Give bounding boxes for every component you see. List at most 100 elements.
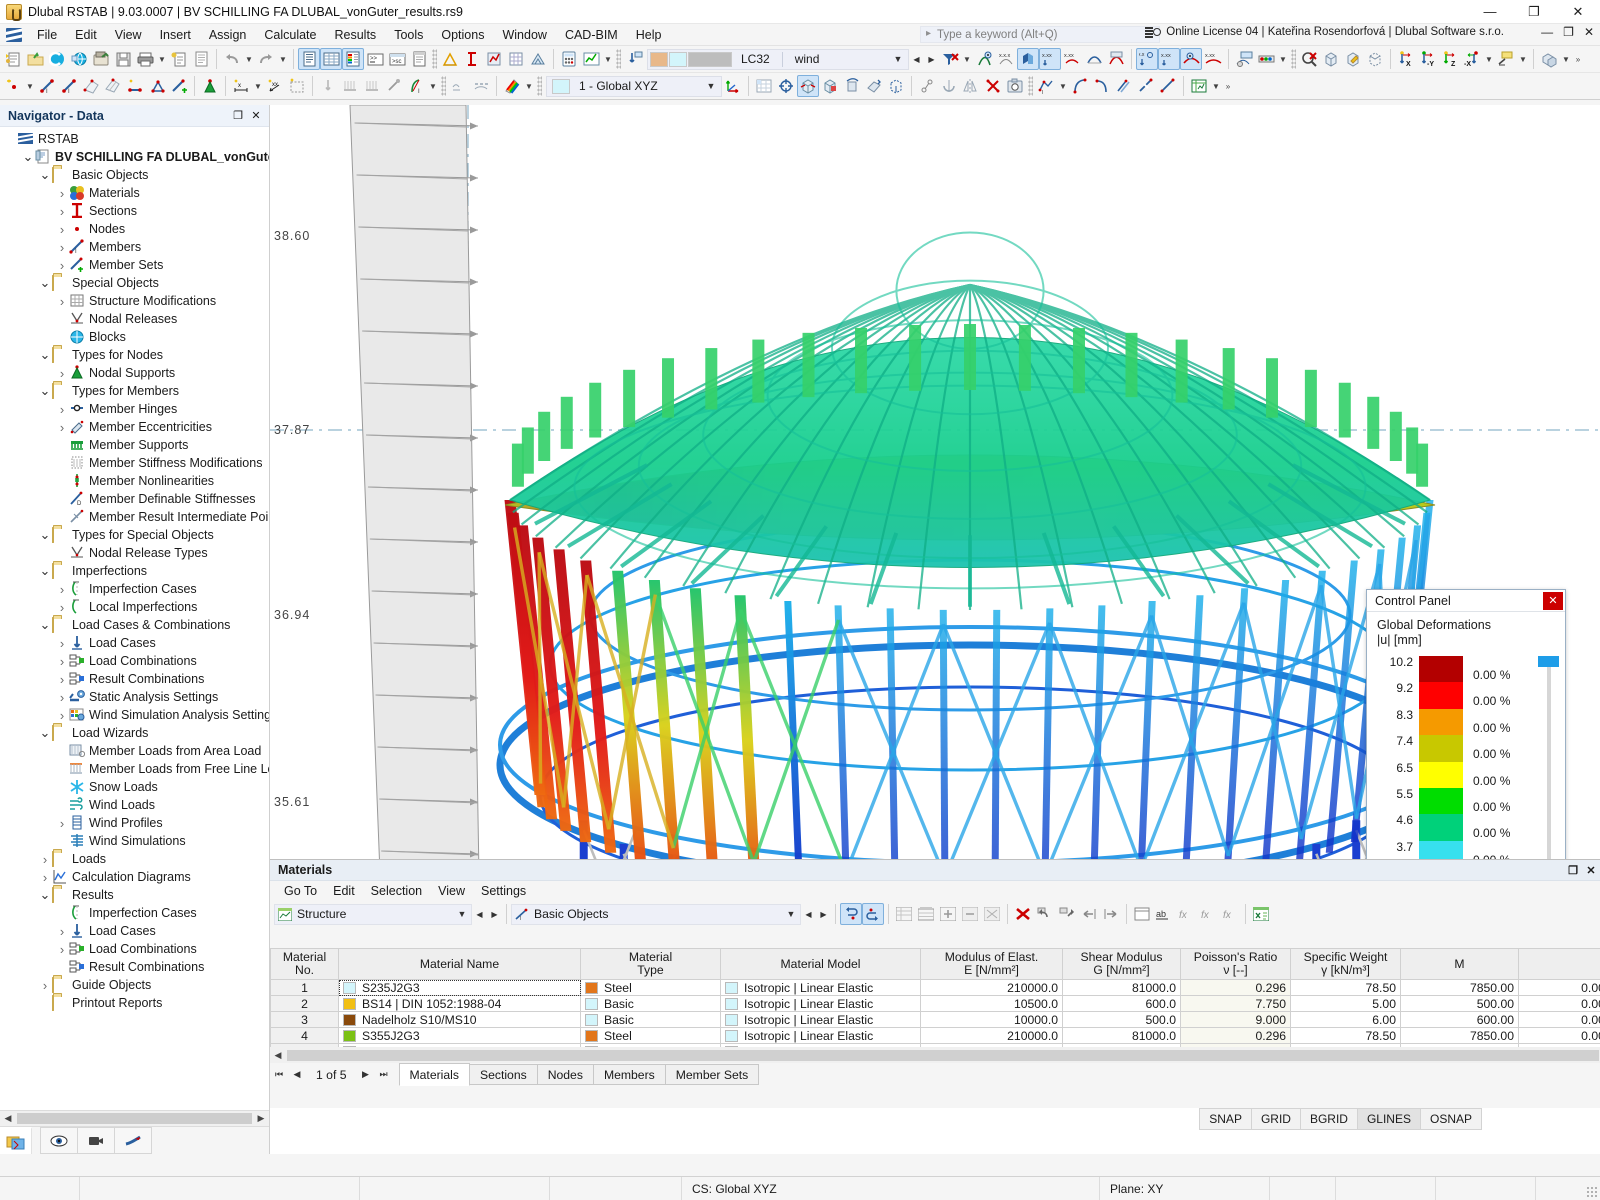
navigator-scroll-left-icon[interactable]: ◀ <box>0 1113 16 1124</box>
divide-member-icon[interactable] <box>1135 75 1157 97</box>
save-icon[interactable] <box>112 48 134 70</box>
filter-delete-icon[interactable] <box>939 48 961 70</box>
snap-button-grid[interactable]: GRID <box>1250 1108 1301 1130</box>
chevron-right-icon[interactable]: › <box>38 870 52 885</box>
wind-load-caret-icon[interactable]: ▼ <box>427 75 439 97</box>
undo-caret-icon[interactable]: ▼ <box>243 48 255 70</box>
navigator-item-static-analysis-settings[interactable]: › Static Analysis Settings <box>0 688 269 706</box>
show-all-rows-icon[interactable] <box>893 903 915 925</box>
legend-color-swatch[interactable] <box>1419 761 1463 788</box>
col-shear-modulus[interactable]: Shear Modulus G [N/mm²] <box>1062 948 1181 980</box>
chevron-down-icon[interactable]: ⌄ <box>21 150 35 163</box>
legend-color-swatch[interactable] <box>1419 682 1463 709</box>
navigator-item-load-combinations[interactable]: › Load Combinations <box>0 940 269 958</box>
structure-selector[interactable]: Structure ▼ <box>274 903 472 925</box>
export-excel-icon[interactable] <box>1250 903 1272 925</box>
minimize-button[interactable]: — <box>1468 0 1512 24</box>
add-column-icon[interactable] <box>937 903 959 925</box>
navigator-item-sections[interactable]: › Sections <box>0 202 269 220</box>
navigator-item-nodal-supports[interactable]: › Nodal Supports <box>0 364 269 382</box>
structure-chevron-down-icon[interactable]: ▼ <box>454 909 470 919</box>
chevron-right-icon[interactable]: › <box>55 258 69 273</box>
view-along-negx-icon[interactable]: -X <box>1461 48 1483 70</box>
navigator-item-member-nonlinearities[interactable]: Member Nonlinearities <box>0 472 269 490</box>
result-values-xxx-icon[interactable]: x.x.x <box>995 48 1017 70</box>
navigator-item-nodal-releases[interactable]: Nodal Releases <box>0 310 269 328</box>
iso-view-2-icon[interactable] <box>819 75 841 97</box>
color-legend-caret-icon[interactable]: ▼ <box>523 75 535 97</box>
formula-fx2-icon[interactable]: fx <box>1197 903 1219 925</box>
navigator-item-nodal-release-types[interactable]: Nodal Release Types <box>0 544 269 562</box>
view-box-icon[interactable] <box>1364 48 1386 70</box>
new-solid-icon[interactable] <box>146 75 168 97</box>
support-symbol-icon[interactable] <box>448 75 470 97</box>
legend-color-swatch[interactable] <box>1419 735 1463 762</box>
new-node-caret-icon[interactable]: ▼ <box>24 75 36 97</box>
chevron-right-icon[interactable]: › <box>55 672 69 687</box>
intersect-objects-icon[interactable] <box>982 75 1004 97</box>
cell-modulus-elast[interactable]: 210000.0 <box>920 1027 1063 1044</box>
col-material-type[interactable]: Material Type <box>580 948 721 980</box>
cell-poissons-ratio[interactable]: 0.296 <box>1180 979 1291 996</box>
redo-table-icon[interactable] <box>1056 903 1078 925</box>
chevron-right-icon[interactable]: › <box>55 924 69 939</box>
chevron-down-icon[interactable]: ⌄ <box>38 168 52 181</box>
navigator-item-load-combinations[interactable]: › Load Combinations <box>0 652 269 670</box>
formula-fx3-icon[interactable]: fx <box>1219 903 1241 925</box>
chevron-down-icon[interactable]: ⌄ <box>38 528 52 541</box>
navigator-item-member-hinges[interactable]: › Member Hinges <box>0 400 269 418</box>
load-case-prev-icon[interactable]: ◀ <box>909 50 924 69</box>
legend-color-swatch[interactable] <box>1419 787 1463 815</box>
cell-shear-modulus[interactable]: 81000.0 <box>1062 1027 1181 1044</box>
materials-close-button[interactable]: ✕ <box>1582 861 1600 879</box>
value-precision-icon[interactable]: x.xx <box>1158 48 1180 70</box>
navigator-item-imperfection-cases[interactable]: Imperfection Cases <box>0 904 269 922</box>
cell-thermal-expansion[interactable]: 0.000012 <box>1518 1027 1600 1044</box>
calculate-icon[interactable] <box>558 48 580 70</box>
navigator-item-types-for-special-objects[interactable]: ⌄ Types for Special Objects <box>0 526 269 544</box>
snap-button-glines[interactable]: GLINES <box>1356 1108 1421 1130</box>
materials-scroll-left-icon[interactable]: ◀ <box>270 1050 286 1061</box>
printout-report-icon[interactable] <box>168 48 190 70</box>
remove-column-icon[interactable] <box>959 903 981 925</box>
chevron-down-icon[interactable]: ⌄ <box>38 564 52 577</box>
navigator-item-blocks[interactable]: Blocks <box>0 328 269 346</box>
materials-tab-nodes[interactable]: Nodes <box>536 1064 594 1085</box>
delete-row-icon[interactable] <box>1012 903 1034 925</box>
objects-chevron-down-icon[interactable]: ▼ <box>783 909 799 919</box>
move-right-icon[interactable] <box>1100 903 1122 925</box>
chevron-down-icon[interactable]: ⌄ <box>38 384 52 397</box>
navigator-item-member-loads-from-area-load[interactable]: Member Loads from Area Load <box>0 742 269 760</box>
new-node-icon[interactable] <box>2 75 24 97</box>
maximize-button[interactable]: ❐ <box>1512 0 1556 24</box>
new-polyline-icon[interactable]: I <box>1035 75 1057 97</box>
menu-file[interactable]: File <box>28 26 66 44</box>
page-next-icon[interactable]: ▶ <box>357 1065 375 1085</box>
cell-specific-weight[interactable]: 78.50 <box>1290 979 1401 996</box>
materials-table-row[interactable]: 3 Nadelholz S10/MS10 Basic Isotropic | Line… <box>270 1011 1600 1028</box>
chevron-right-icon[interactable]: › <box>55 366 69 381</box>
snap-button-bgrid[interactable]: BGRID <box>1299 1108 1358 1130</box>
navigator-item-local-imperfections[interactable]: › Local Imperfections <box>0 598 269 616</box>
cell-material-type[interactable]: Basic <box>580 995 721 1012</box>
navigator-item-result-combinations[interactable]: Result Combinations <box>0 958 269 976</box>
line-load-icon[interactable] <box>361 75 383 97</box>
load-wizard-icon[interactable] <box>1255 48 1277 70</box>
navigator-item-snow-loads[interactable]: Snow Loads <box>0 778 269 796</box>
selection-box-icon[interactable] <box>286 75 308 97</box>
cs-chevron-down-icon[interactable]: ▼ <box>703 81 719 91</box>
new-surface-set-icon[interactable] <box>102 75 124 97</box>
edit-box-icon[interactable] <box>1342 48 1364 70</box>
result-diagram-icon[interactable] <box>1017 48 1039 70</box>
zoom-delete-icon[interactable] <box>1298 48 1320 70</box>
cell-poissons-ratio[interactable]: 0.296 <box>1180 1027 1291 1044</box>
redo-caret-icon[interactable]: ▼ <box>277 48 289 70</box>
toolbar1-overflow-icon[interactable]: » <box>1572 48 1584 70</box>
chevron-right-icon[interactable]: › <box>55 942 69 957</box>
navigator-item-member-sets[interactable]: › Member Sets <box>0 256 269 274</box>
rename-icon[interactable]: ab <box>1153 903 1175 925</box>
navigator-item-basic-objects[interactable]: ⌄ Basic Objects <box>0 166 269 184</box>
dimension-xx-icon[interactable]: xx <box>264 75 286 97</box>
navigator-tab-results[interactable] <box>114 1127 152 1154</box>
navigator-tab-views[interactable] <box>77 1127 115 1154</box>
